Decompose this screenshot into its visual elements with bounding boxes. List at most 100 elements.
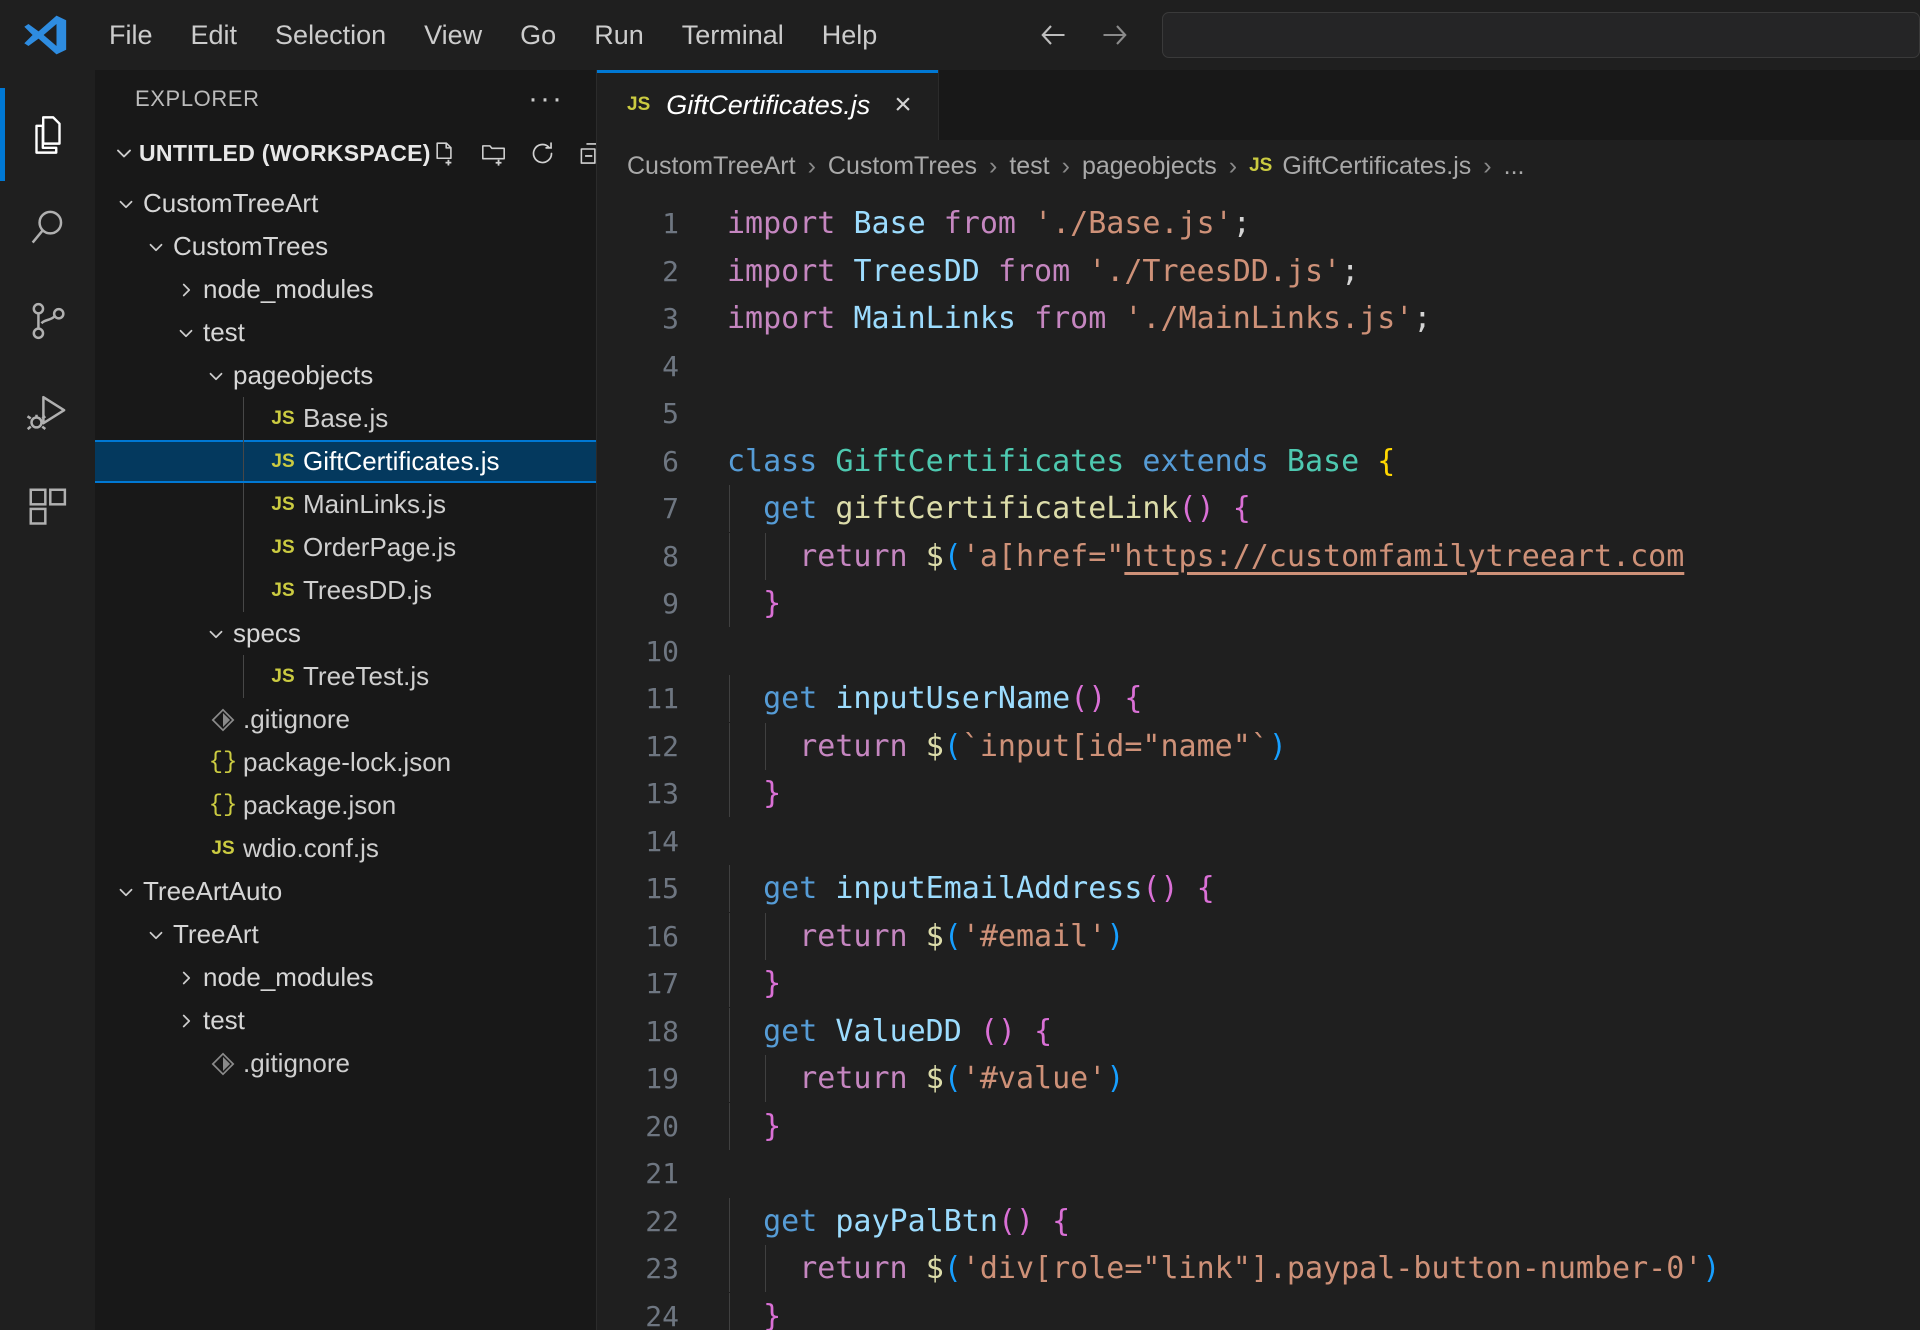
- chevron-right-icon: [169, 279, 203, 301]
- breadcrumb-item[interactable]: pageobjects: [1082, 152, 1217, 181]
- code-token[interactable]: https://customfamilytreeart.com: [1124, 539, 1684, 574]
- breadcrumb-item[interactable]: CustomTreeArt: [627, 152, 796, 181]
- indent-guide: [729, 722, 730, 770]
- tree-folder-row[interactable]: TreeArt: [95, 913, 596, 956]
- tree-folder-row[interactable]: TreeArtAuto: [95, 870, 596, 913]
- tree-file-row[interactable]: {} package-lock.json: [95, 741, 596, 784]
- tree-folder-row[interactable]: specs: [95, 612, 596, 655]
- tree-folder-row[interactable]: CustomTrees: [95, 225, 596, 268]
- tree-item-label: MainLinks.js: [303, 489, 447, 519]
- tree-folder-row[interactable]: pageobjects: [95, 354, 596, 397]
- code-text: }: [707, 960, 781, 1008]
- arrow-right-icon[interactable]: [1096, 17, 1132, 53]
- code-token: (): [1142, 871, 1179, 906]
- code-line: 19 return $('#value'): [597, 1055, 1920, 1103]
- code-line: 2 import TreesDD from './TreesDD.js';: [597, 248, 1920, 296]
- menu-edit[interactable]: Edit: [172, 14, 257, 57]
- workspace-section-header[interactable]: UNTITLED (WORKSPACE): [95, 128, 596, 178]
- menu-help[interactable]: Help: [803, 14, 897, 57]
- tree-item-label: CustomTreeArt: [143, 188, 319, 218]
- tree-folder-row[interactable]: node_modules: [95, 956, 596, 999]
- menu-selection[interactable]: Selection: [256, 14, 405, 57]
- code-editor[interactable]: 1 import Base from './Base.js'; 2 import Tr…: [597, 192, 1920, 1330]
- code-token: ValueDD: [835, 1013, 962, 1049]
- indent-guide: [729, 960, 730, 1007]
- tree-file-row[interactable]: JS Base.js: [95, 397, 596, 440]
- breadcrumb-item[interactable]: test: [1009, 152, 1049, 181]
- tree-file-row[interactable]: JS wdio.conf.js: [95, 827, 596, 870]
- line-number: 11: [645, 682, 679, 715]
- tree-item-label: test: [203, 1005, 245, 1035]
- indent-guide: [729, 1197, 730, 1245]
- close-icon[interactable]: ×: [894, 90, 912, 120]
- tree-file-row[interactable]: .gitignore: [95, 1042, 596, 1085]
- tree-item-label: .gitignore: [243, 704, 350, 734]
- tree-file-row[interactable]: JS OrderPage.js: [95, 526, 596, 569]
- activity-item-extensions[interactable]: [0, 460, 95, 553]
- code-token: $: [925, 1061, 944, 1096]
- breadcrumb-item[interactable]: CustomTrees: [828, 152, 977, 181]
- code-token: `input[id="name"`: [961, 728, 1269, 764]
- tree-folder-row[interactable]: test: [95, 999, 596, 1042]
- line-number: 1: [662, 207, 679, 240]
- tree-item-label: package.json: [243, 790, 397, 820]
- code-token: get: [763, 681, 818, 716]
- tree-folder-row[interactable]: CustomTreeArt: [95, 182, 596, 225]
- new-file-icon[interactable]: [431, 140, 458, 167]
- line-number: 6: [662, 444, 679, 478]
- tree-file-row[interactable]: .gitignore: [95, 698, 596, 741]
- code-line: 22 get payPalBtn() {: [597, 1197, 1920, 1246]
- breadcrumb-item[interactable]: ...: [1504, 152, 1525, 181]
- code-text: }: [707, 580, 781, 628]
- git-file-icon: [203, 1051, 243, 1077]
- collapse-all-icon[interactable]: [578, 140, 597, 167]
- chevron-right-icon: [169, 1010, 203, 1032]
- files-icon: [34, 115, 61, 154]
- menu-view[interactable]: View: [405, 14, 501, 57]
- indent-guide: [729, 1245, 730, 1292]
- new-folder-icon[interactable]: [480, 140, 507, 167]
- code-token: get: [763, 1203, 818, 1239]
- tree-item-label: test: [203, 317, 245, 347]
- code-token: (): [979, 1013, 1016, 1049]
- code-token: $: [925, 918, 944, 954]
- line-number: 13: [645, 777, 679, 810]
- activity-item-explorer[interactable]: [0, 88, 95, 181]
- tree-folder-row[interactable]: node_modules: [95, 268, 596, 311]
- tree-file-row[interactable]: JS MainLinks.js: [95, 483, 596, 526]
- code-token: get: [763, 1013, 818, 1049]
- activity-item-source-control[interactable]: [0, 274, 95, 367]
- tree-file-row[interactable]: JS TreesDD.js: [95, 569, 596, 612]
- sidebar-more-actions-icon[interactable]: ···: [528, 84, 564, 114]
- code-token: {: [1377, 443, 1396, 479]
- tree-file-row[interactable]: JS GiftCertificates.js: [95, 440, 596, 483]
- tree-file-row[interactable]: JS TreeTest.js: [95, 655, 596, 698]
- tree-item-label: pageobjects: [233, 360, 374, 390]
- code-text: return $('#email'): [707, 912, 1124, 961]
- arrow-left-icon[interactable]: [1036, 17, 1072, 53]
- menu-file[interactable]: File: [90, 14, 172, 57]
- tree-item-label: OrderPage.js: [303, 532, 457, 562]
- refresh-icon[interactable]: [529, 140, 556, 167]
- code-token: {: [1052, 1203, 1071, 1239]
- line-number: 3: [662, 302, 679, 335]
- code-line: 15 get inputEmailAddress() {: [597, 865, 1920, 913]
- tree-folder-row[interactable]: test: [95, 311, 596, 354]
- menu-run[interactable]: Run: [575, 14, 663, 57]
- activity-item-search[interactable]: [0, 181, 95, 274]
- indent-guide: [765, 912, 766, 960]
- tree-file-row[interactable]: {} package.json: [95, 784, 596, 827]
- menu-go[interactable]: Go: [501, 14, 575, 57]
- breadcrumb-item[interactable]: GiftCertificates.js: [1282, 152, 1471, 181]
- activity-item-run-and-debug[interactable]: [0, 367, 95, 460]
- title-bar: File Edit Selection View Go Run Terminal…: [0, 0, 1920, 70]
- tree-indent-guide: [243, 440, 244, 483]
- menu-terminal[interactable]: Terminal: [663, 14, 803, 57]
- command-center[interactable]: Untitled (: [1162, 12, 1920, 58]
- code-text: return $('div[role="link"].paypal-button…: [707, 1245, 1720, 1293]
- tab-giftcertificates-js[interactable]: JS GiftCertificates.js ×: [597, 70, 939, 140]
